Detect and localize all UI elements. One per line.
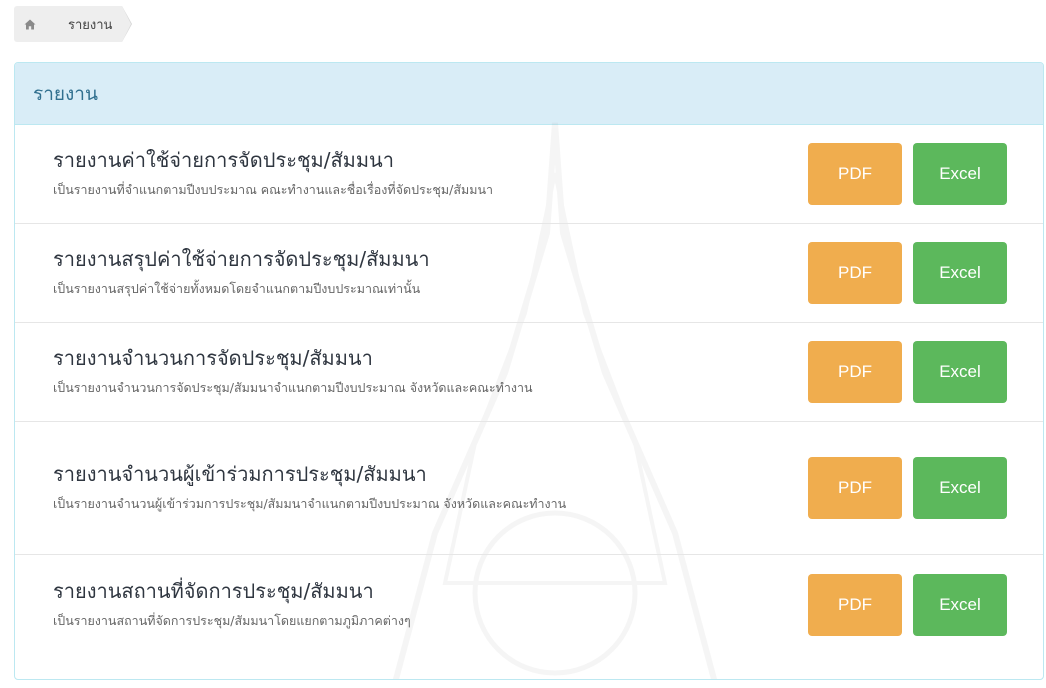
report-title: รายงานสถานที่จัดการประชุม/สัมมนา (53, 578, 374, 603)
report-row: รายงานสรุปค่าใช้จ่ายการจัดประชุม/สัมมนา … (15, 224, 1043, 323)
pdf-button[interactable]: PDF (808, 573, 902, 636)
breadcrumb-current-label: รายงาน (68, 17, 113, 33)
report-description: เป็นรายงานสถานที่จัดการประชุม/สัมมนาโดยแ… (53, 612, 411, 628)
pdf-button[interactable]: PDF (808, 341, 902, 403)
reports-panel: รายงาน รายงานค่าใช้จ่ายการจัดประชุม/สัมม… (14, 62, 1044, 680)
report-list: รายงานค่าใช้จ่ายการจัดประชุม/สัมมนา เป็น… (15, 125, 1043, 654)
excel-button[interactable]: Excel (913, 341, 1007, 403)
report-description: เป็นรายงานสรุปค่าใช้จ่ายทั้งหมดโดยจำแนกต… (53, 281, 421, 296)
excel-button[interactable]: Excel (913, 143, 1007, 205)
pdf-button[interactable]: PDF (808, 242, 902, 304)
report-title: รายงานค่าใช้จ่ายการจัดประชุม/สัมมนา (53, 148, 394, 172)
report-row: รายงานจำนวนผู้เข้าร่วมการประชุม/สัมมนา เ… (15, 422, 1043, 555)
excel-button[interactable]: Excel (913, 573, 1007, 636)
report-row: รายงานจำนวนการจัดประชุม/สัมมนา เป็นรายงา… (15, 323, 1043, 422)
report-title: รายงานสรุปค่าใช้จ่ายการจัดประชุม/สัมมนา (53, 247, 430, 271)
panel-heading: รายงาน (15, 63, 1043, 125)
report-title: รายงานจำนวนการจัดประชุม/สัมมนา (53, 346, 373, 370)
report-title: รายงานจำนวนผู้เข้าร่วมการประชุม/สัมมนา (53, 462, 427, 486)
breadcrumb-current: รายงาน (46, 6, 133, 42)
report-row: รายงานสถานที่จัดการประชุม/สัมมนา เป็นราย… (15, 555, 1043, 654)
panel-title: รายงาน (33, 82, 98, 105)
report-description: เป็นรายงานจำนวนการจัดประชุม/สัมมนาจำแนกต… (53, 380, 533, 395)
excel-button[interactable]: Excel (913, 457, 1007, 519)
pdf-button[interactable]: PDF (808, 143, 902, 205)
breadcrumb: รายงาน (14, 6, 133, 42)
report-row: รายงานค่าใช้จ่ายการจัดประชุม/สัมมนา เป็น… (15, 125, 1043, 224)
excel-button[interactable]: Excel (913, 242, 1007, 304)
breadcrumb-home[interactable] (14, 6, 57, 42)
home-icon (24, 19, 36, 30)
report-description: เป็นรายงานจำนวนผู้เข้าร่วมการประชุม/สัมม… (53, 496, 567, 511)
report-description: เป็นรายงานที่จำแนกตามปีงบประมาณ คณะทำงาน… (53, 182, 494, 197)
pdf-button[interactable]: PDF (808, 457, 902, 519)
